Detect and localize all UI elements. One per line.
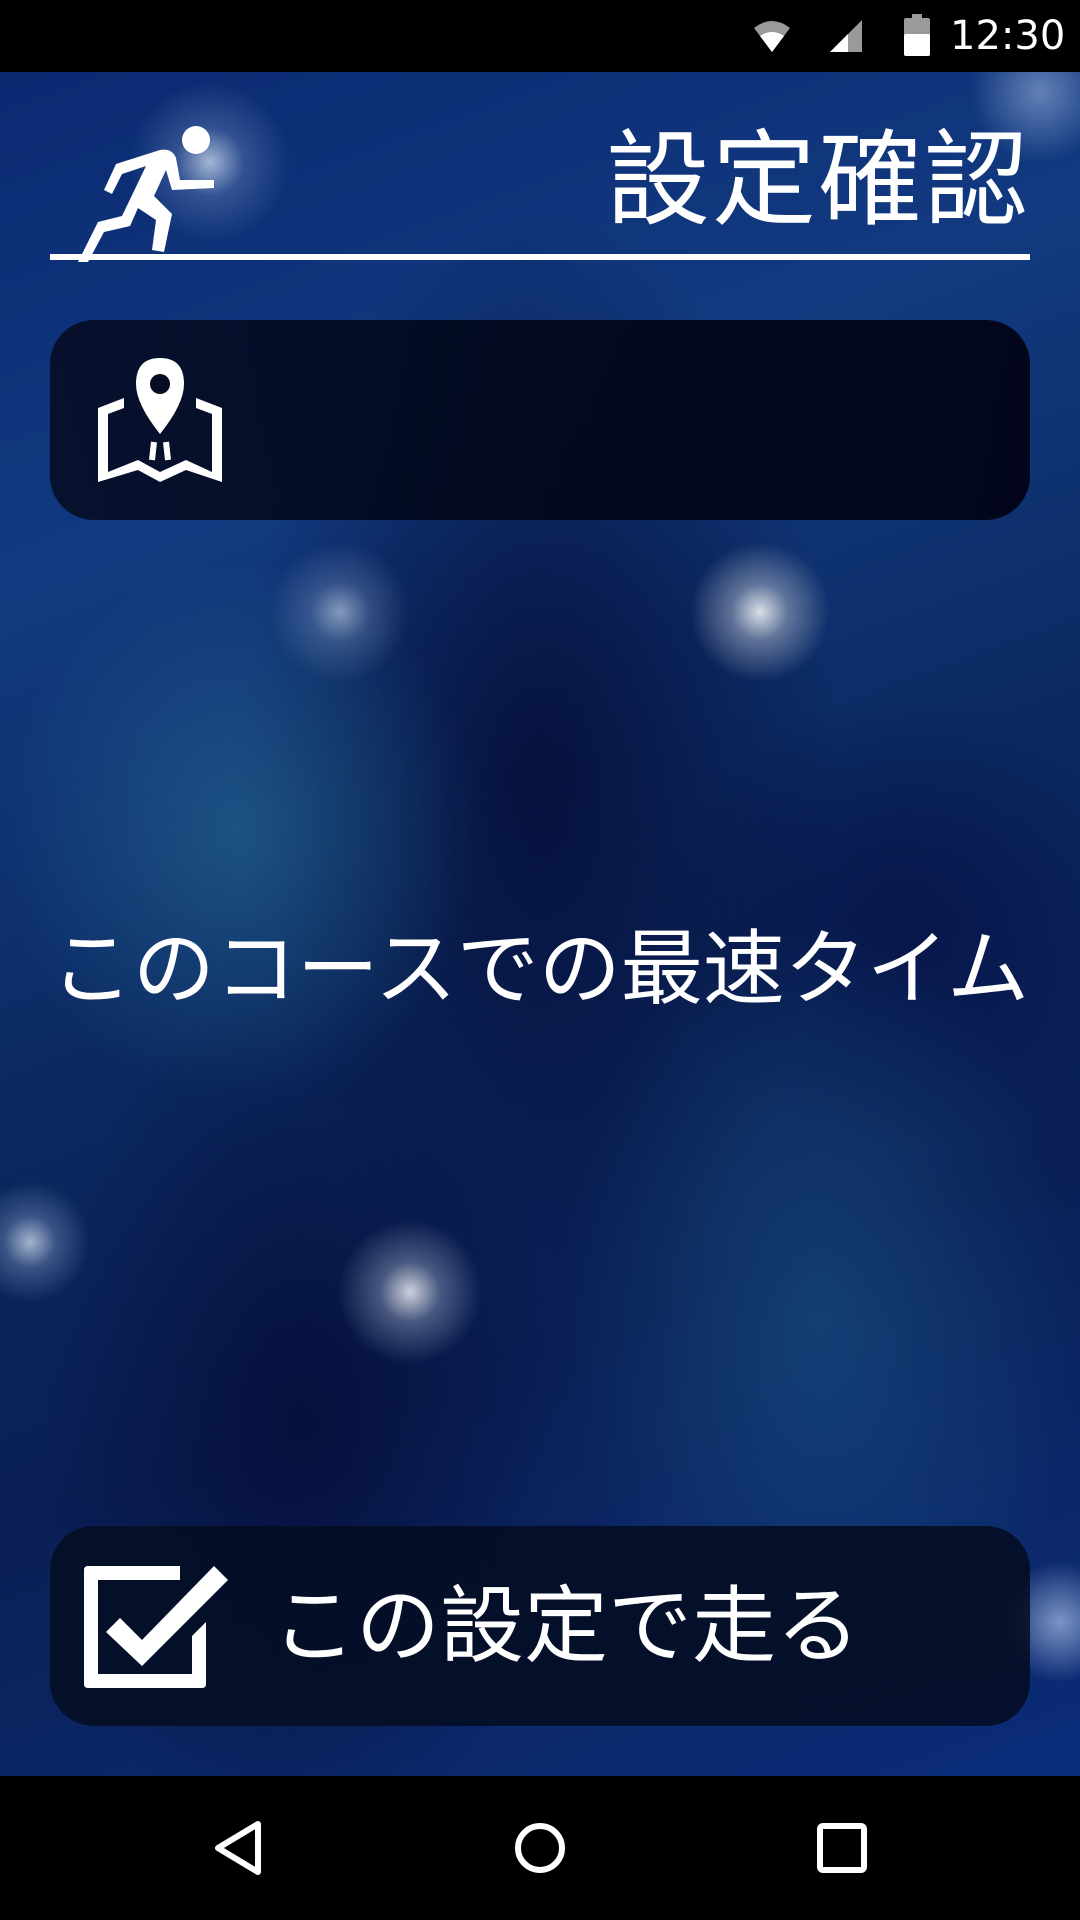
status-time: 12:30	[950, 13, 1066, 59]
screen: 12:30 設定確認 このコースでの最速タイム この設定で走る	[0, 0, 1080, 1920]
home-icon[interactable]	[510, 1818, 570, 1878]
course-card[interactable]	[50, 320, 1030, 520]
checkbox-checked-icon	[84, 1566, 228, 1688]
best-time-value	[0, 1040, 1080, 1150]
runner-icon	[78, 126, 214, 262]
header-divider	[50, 254, 1030, 260]
battery-icon	[904, 14, 930, 56]
best-time-label: このコースでの最速タイム	[50, 922, 1030, 1017]
page-title: 設定確認	[605, 119, 1030, 241]
run-button-label: この設定で走る	[272, 1577, 861, 1675]
run-with-settings-button[interactable]: この設定で走る	[50, 1526, 1030, 1726]
cell-signal-icon	[830, 20, 862, 52]
back-icon[interactable]	[210, 1818, 270, 1878]
recents-icon[interactable]	[812, 1818, 872, 1878]
map-pin-icon	[98, 358, 222, 482]
wifi-icon	[754, 21, 790, 52]
status-bar: 12:30	[0, 0, 1080, 72]
navigation-bar	[0, 1776, 1080, 1920]
